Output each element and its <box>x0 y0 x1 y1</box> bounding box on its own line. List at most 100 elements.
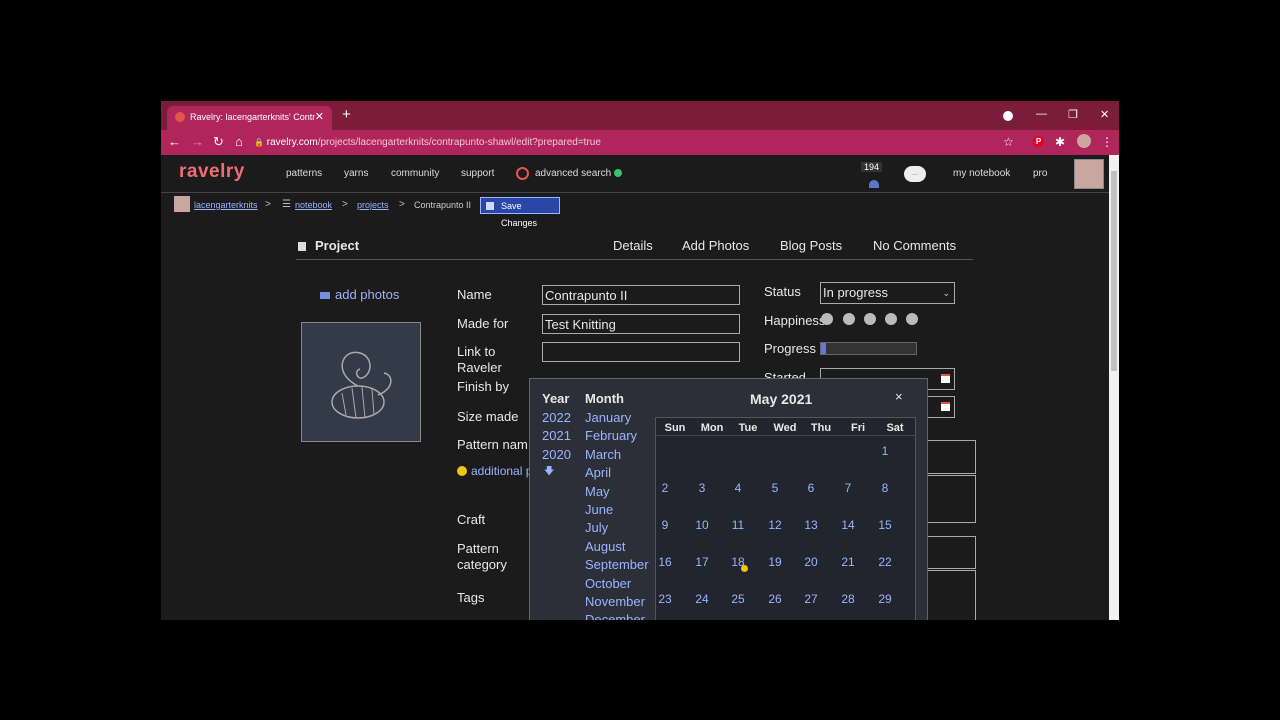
browser-profile-avatar[interactable] <box>1077 134 1091 148</box>
inbox-icon[interactable] <box>869 180 879 188</box>
calendar-day[interactable]: 2 <box>647 481 683 495</box>
calendar-day[interactable]: 4 <box>720 481 756 495</box>
nav-support[interactable]: support <box>461 168 494 179</box>
year-option[interactable]: 2022 <box>542 409 582 427</box>
tab-comments[interactable]: No Comments <box>873 238 956 253</box>
breadcrumb-notebook-link[interactable]: notebook <box>295 200 332 210</box>
calendar-day[interactable]: 27 <box>793 592 829 606</box>
calendar-day[interactable]: 13 <box>793 518 829 532</box>
ravelry-logo[interactable]: ravelry <box>179 161 245 183</box>
tab-details[interactable]: Details <box>613 238 653 253</box>
breadcrumb-user-link[interactable]: lacengarterknits <box>194 200 258 210</box>
bookmark-star-icon[interactable]: ☆ <box>1003 135 1014 149</box>
nav-yarns[interactable]: yarns <box>344 168 368 179</box>
month-option[interactable]: February <box>585 427 655 445</box>
calendar-icon[interactable] <box>941 374 950 383</box>
month-option[interactable]: March <box>585 446 655 464</box>
calendar-day[interactable]: 6 <box>793 481 829 495</box>
calendar-day[interactable]: 25 <box>720 592 756 606</box>
url-field[interactable]: 🔒 ravelry.com/projects/lacengarterknits/… <box>254 133 1014 152</box>
month-option[interactable]: June <box>585 501 655 519</box>
status-select[interactable]: In progress ⌄ <box>820 282 955 304</box>
month-option[interactable]: January <box>585 409 655 427</box>
tab-add-photos[interactable]: Add Photos <box>682 238 749 253</box>
calendar-day[interactable]: 7 <box>830 481 866 495</box>
nav-advanced-search[interactable]: advanced search <box>535 168 611 179</box>
progress-bar[interactable] <box>820 342 917 355</box>
made-for-field[interactable]: Test Knitting <box>542 314 740 334</box>
month-option[interactable]: October <box>585 575 655 593</box>
calendar-day[interactable]: 3 <box>684 481 720 495</box>
month-option[interactable]: August <box>585 538 655 556</box>
restore-button[interactable]: ❐ <box>1068 108 1078 121</box>
link-raveler-field[interactable] <box>542 342 740 362</box>
month-option[interactable]: September <box>585 556 655 574</box>
calendar-day[interactable]: 28 <box>830 592 866 606</box>
calendar-day[interactable]: 5 <box>757 481 793 495</box>
year-option[interactable]: 2020 <box>542 446 582 464</box>
calendar-day[interactable]: 8 <box>867 481 903 495</box>
tab-close-icon[interactable]: ✕ <box>315 110 324 123</box>
calendar-day[interactable]: 19 <box>757 555 793 569</box>
calendar-day[interactable]: 10 <box>684 518 720 532</box>
additional-patterns-link[interactable]: additional p <box>457 464 532 478</box>
weekday-header: Thu <box>810 422 832 434</box>
new-tab-button[interactable]: + <box>342 107 351 122</box>
calendar-day[interactable]: 18 <box>720 555 756 572</box>
calendar-day[interactable]: 23 <box>647 592 683 606</box>
reload-button[interactable]: ↻ <box>213 134 224 149</box>
nav-patterns[interactable]: patterns <box>286 168 322 179</box>
calendar-day[interactable]: 16 <box>647 555 683 569</box>
project-photo-placeholder[interactable] <box>301 322 421 442</box>
calendar-day[interactable]: 15 <box>867 518 903 532</box>
happiness-face-4-icon[interactable] <box>885 313 897 325</box>
happiness-face-1-icon[interactable] <box>821 313 833 325</box>
forward-button[interactable]: → <box>191 134 204 149</box>
calendar-day[interactable]: 11 <box>720 518 756 532</box>
minimize-button[interactable]: — <box>1036 108 1047 120</box>
calendar-day[interactable]: 22 <box>867 555 903 569</box>
calendar-day[interactable]: 12 <box>757 518 793 532</box>
user-avatar[interactable] <box>1074 159 1104 189</box>
calendar-day[interactable]: 21 <box>830 555 866 569</box>
nav-community[interactable]: community <box>391 168 439 179</box>
back-button[interactable]: ← <box>168 134 181 149</box>
link-raveler-label-1: Link to <box>457 344 496 359</box>
calendar-day[interactable]: 26 <box>757 592 793 606</box>
month-option[interactable]: November <box>585 593 655 611</box>
month-option[interactable]: December <box>585 611 655 620</box>
breadcrumb-projects-link[interactable]: projects <box>357 200 389 210</box>
month-option[interactable]: April <box>585 464 655 482</box>
chat-bubble-icon[interactable]: ... <box>904 166 926 182</box>
calendar-day[interactable]: 17 <box>684 555 720 569</box>
calendar-day[interactable]: 29 <box>867 592 903 606</box>
add-photos-link[interactable]: add photos <box>320 287 399 302</box>
close-icon[interactable]: × <box>895 389 903 404</box>
save-changes-button[interactable]: Save Changes <box>480 197 560 228</box>
calendar-day[interactable]: 14 <box>830 518 866 532</box>
browser-menu-icon[interactable]: ⋮ <box>1101 135 1113 149</box>
nav-my-notebook[interactable]: my notebook <box>953 168 1010 179</box>
calendar-day[interactable]: 24 <box>684 592 720 606</box>
happiness-face-3-icon[interactable] <box>864 313 876 325</box>
calendar-day[interactable]: 20 <box>793 555 829 569</box>
arrow-down-icon[interactable]: 🡇 <box>544 464 582 481</box>
month-option[interactable]: May <box>585 483 655 501</box>
nav-pro[interactable]: pro <box>1033 168 1047 179</box>
calendar-day[interactable]: 9 <box>647 518 683 532</box>
calendar-day[interactable]: 1 <box>867 444 903 458</box>
close-window-button[interactable]: ✕ <box>1100 108 1109 121</box>
happiness-face-2-icon[interactable] <box>843 313 855 325</box>
year-option[interactable]: 2021 <box>542 427 582 445</box>
happiness-face-5-icon[interactable] <box>906 313 918 325</box>
pinterest-extension-icon[interactable]: P <box>1033 136 1044 147</box>
calendar-icon[interactable] <box>941 402 950 411</box>
scrollbar-thumb[interactable] <box>1111 171 1117 371</box>
name-field[interactable]: Contrapunto II <box>542 285 740 305</box>
browser-tab[interactable]: Ravelry: lacengarterknits' Contrap ✕ <box>167 106 332 130</box>
month-option[interactable]: July <box>585 519 655 537</box>
tab-blog-posts[interactable]: Blog Posts <box>780 238 842 253</box>
message-count-badge[interactable]: 194 <box>861 162 883 172</box>
extensions-puzzle-icon[interactable]: ✱ <box>1055 135 1065 149</box>
home-button[interactable]: ⌂ <box>235 134 243 149</box>
